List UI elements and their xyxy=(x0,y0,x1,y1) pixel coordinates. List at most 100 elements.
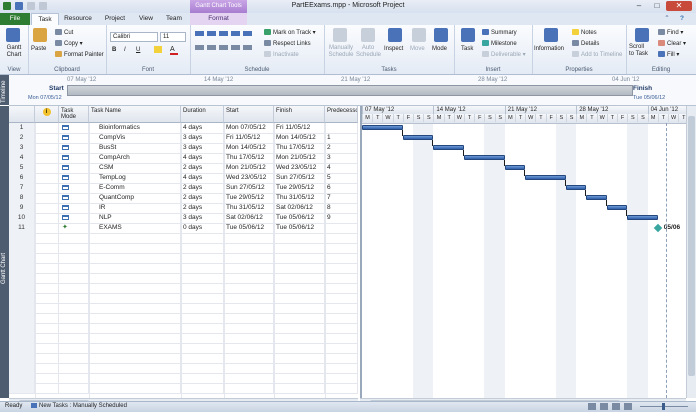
task-name-cell[interactable]: EXAMS xyxy=(89,223,181,233)
row-number[interactable] xyxy=(9,383,35,393)
duration-cell[interactable] xyxy=(181,293,224,303)
task-mode-cell[interactable] xyxy=(59,203,89,213)
task-bar[interactable] xyxy=(586,195,607,200)
predecessors-cell[interactable] xyxy=(325,293,358,303)
duration-cell[interactable] xyxy=(181,333,224,343)
task-name-cell[interactable]: E-Comm xyxy=(89,183,181,193)
task-mode-cell[interactable] xyxy=(59,283,89,293)
predecessors-cell[interactable] xyxy=(325,353,358,363)
respect-links-button[interactable]: Respect Links xyxy=(264,40,311,47)
start-cell[interactable]: Sun 27/05/12 xyxy=(224,183,274,193)
format-painter-button[interactable]: Format Painter xyxy=(55,51,104,58)
finish-cell[interactable]: Sat 02/06/12 xyxy=(274,203,325,213)
info-cell[interactable] xyxy=(35,223,59,233)
help-icon[interactable]: ? xyxy=(676,13,688,25)
task-bar[interactable] xyxy=(402,135,434,140)
predecessors-cell[interactable] xyxy=(325,273,358,283)
indent-icon[interactable] xyxy=(195,45,204,50)
task-name-cell[interactable] xyxy=(89,383,181,393)
finish-cell[interactable] xyxy=(274,293,325,303)
tab-project[interactable]: Project xyxy=(99,13,131,25)
mark-on-track-button[interactable]: Mark on Track ▾ xyxy=(264,29,316,36)
header-predecessors[interactable]: Predecessors xyxy=(325,106,358,123)
finish-cell[interactable] xyxy=(274,273,325,283)
duration-cell[interactable]: 2 days xyxy=(181,203,224,213)
team-planner-view-icon[interactable] xyxy=(612,403,620,410)
info-cell[interactable] xyxy=(35,123,59,133)
task-name-cell[interactable] xyxy=(89,273,181,283)
info-cell[interactable] xyxy=(35,243,59,253)
finish-cell[interactable]: Sun 27/05/12 xyxy=(274,173,325,183)
info-cell[interactable] xyxy=(35,273,59,283)
row-number[interactable] xyxy=(9,263,35,273)
task-mode-cell[interactable] xyxy=(59,383,89,393)
task-bar[interactable] xyxy=(433,145,464,150)
info-cell[interactable] xyxy=(35,343,59,353)
task-name-cell[interactable] xyxy=(89,283,181,293)
clear-button[interactable]: Clear ▾ xyxy=(658,40,686,47)
predecessors-cell[interactable] xyxy=(325,233,358,243)
start-cell[interactable] xyxy=(224,293,274,303)
predecessors-cell[interactable] xyxy=(325,253,358,263)
start-cell[interactable] xyxy=(224,323,274,333)
unlink-tasks-icon[interactable] xyxy=(231,45,240,50)
task-mode-cell[interactable] xyxy=(59,233,89,243)
start-cell[interactable] xyxy=(224,343,274,353)
split-task-icon[interactable] xyxy=(243,45,252,50)
predecessors-cell[interactable]: 3 xyxy=(325,153,358,163)
info-cell[interactable] xyxy=(35,213,59,223)
header-task-name[interactable]: Task Name xyxy=(89,106,181,123)
info-cell[interactable] xyxy=(35,183,59,193)
task-mode-cell[interactable] xyxy=(59,193,89,203)
finish-cell[interactable] xyxy=(274,323,325,333)
predecessors-cell[interactable]: 6 xyxy=(325,183,358,193)
info-cell[interactable] xyxy=(35,193,59,203)
predecessors-cell[interactable]: 8 xyxy=(325,203,358,213)
task-name-cell[interactable]: BusSt xyxy=(89,143,181,153)
header-start[interactable]: Start xyxy=(224,106,274,123)
row-number[interactable]: 9 xyxy=(9,203,35,213)
predecessors-cell[interactable]: 7 xyxy=(325,193,358,203)
task-mode-cell[interactable]: ✦ xyxy=(59,223,89,233)
duration-cell[interactable] xyxy=(181,343,224,353)
info-cell[interactable] xyxy=(35,263,59,273)
mode-button[interactable]: Mode xyxy=(432,46,447,52)
info-cell[interactable] xyxy=(35,283,59,293)
finish-cell[interactable] xyxy=(274,333,325,343)
cut-button[interactable]: Cut xyxy=(55,29,73,36)
row-number[interactable]: 2 xyxy=(9,133,35,143)
info-cell[interactable] xyxy=(35,373,59,383)
start-cell[interactable]: Sat 02/06/12 xyxy=(224,213,274,223)
task-name-cell[interactable]: Bioinformatics xyxy=(89,123,181,133)
info-cell[interactable] xyxy=(35,163,59,173)
info-cell[interactable] xyxy=(35,293,59,303)
header-task-mode[interactable]: Task Mode xyxy=(59,106,89,123)
finish-cell[interactable]: Thu 31/05/12 xyxy=(274,193,325,203)
task-name-cell[interactable]: CompArch xyxy=(89,153,181,163)
vertical-scrollbar[interactable] xyxy=(686,106,696,398)
row-number[interactable] xyxy=(9,233,35,243)
start-cell[interactable] xyxy=(224,363,274,373)
task-bar[interactable] xyxy=(362,125,403,130)
percent-25-icon[interactable] xyxy=(207,31,216,36)
finish-cell[interactable] xyxy=(274,363,325,373)
gantt-view-icon[interactable] xyxy=(588,403,596,410)
task-name-cell[interactable] xyxy=(89,363,181,373)
finish-cell[interactable] xyxy=(274,243,325,253)
info-cell[interactable] xyxy=(35,303,59,313)
font-color-icon[interactable]: A xyxy=(170,46,178,55)
task-name-cell[interactable] xyxy=(89,353,181,363)
finish-cell[interactable] xyxy=(274,303,325,313)
move-button[interactable]: Move xyxy=(410,46,425,52)
duration-cell[interactable] xyxy=(181,373,224,383)
predecessors-cell[interactable] xyxy=(325,283,358,293)
info-cell[interactable] xyxy=(35,173,59,183)
start-cell[interactable]: Mon 14/05/12 xyxy=(224,143,274,153)
finish-cell[interactable] xyxy=(274,313,325,323)
row-number[interactable]: 3 xyxy=(9,143,35,153)
start-cell[interactable]: Thu 17/05/12 xyxy=(224,153,274,163)
header-finish[interactable]: Finish xyxy=(274,106,325,123)
finish-cell[interactable]: Thu 17/05/12 xyxy=(274,143,325,153)
task-bar[interactable] xyxy=(606,205,628,210)
task-bar[interactable] xyxy=(627,215,658,220)
